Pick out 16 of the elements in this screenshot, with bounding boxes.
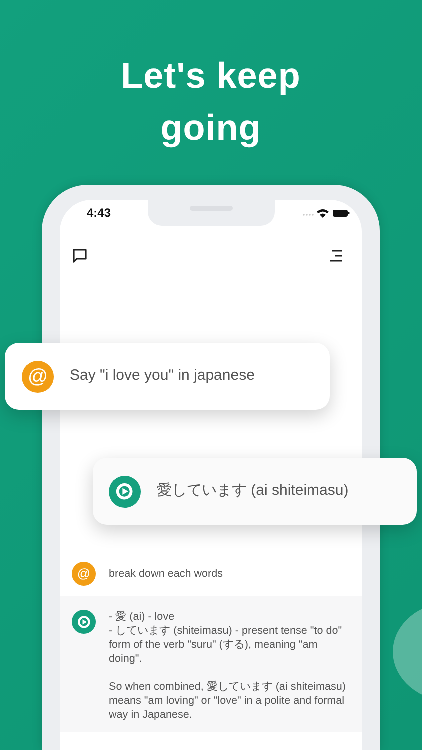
headline: Let's keep [120, 54, 302, 98]
chat-icon[interactable] [72, 248, 88, 264]
bot-logo-icon [115, 482, 135, 502]
message-text: - しています (shiteimasu) - present tense "to do" form of the verb "suru" (する), meaning "am doing". [109, 624, 344, 666]
message-text: - 愛 (ai) - love [109, 610, 176, 624]
status-icons [302, 208, 350, 218]
message-text: So when combined, 愛しています (ai shiteimasu) means "am loving" or "love" in a polite and formal way in Japanese. [109, 680, 348, 722]
headline: going [160, 106, 262, 150]
menu-icon[interactable] [329, 249, 343, 263]
status-time: 4:43 [87, 205, 112, 222]
user-avatar: @ [72, 562, 96, 586]
bot-logo-icon [76, 614, 92, 630]
message-text: break down each words [109, 567, 224, 581]
message-text: 愛しています (ai shiteimasu) [157, 481, 349, 502]
user-avatar: @ [22, 360, 54, 392]
message-text: Say "i love you" in japanese [70, 366, 255, 386]
